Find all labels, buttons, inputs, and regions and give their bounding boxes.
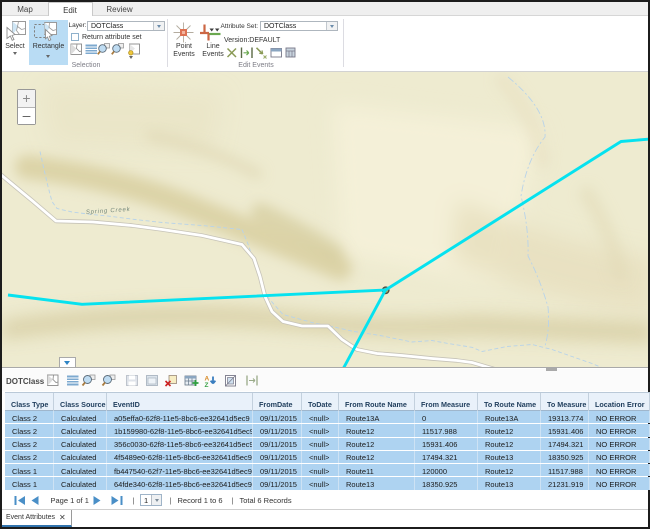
svg-text:Z: Z [205, 382, 209, 389]
